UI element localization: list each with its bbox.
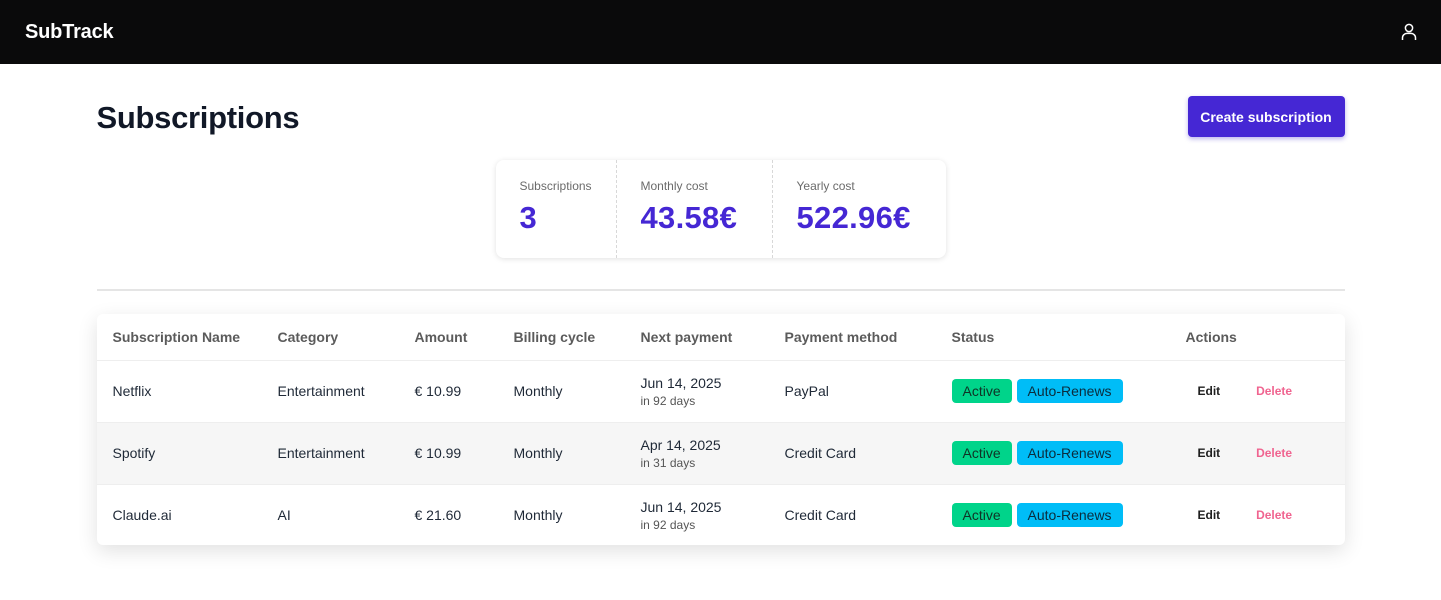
stat-label: Subscriptions: [519, 179, 592, 193]
cell-amount: € 10.99: [414, 422, 514, 485]
cell-payment-method: Credit Card: [784, 507, 857, 524]
subscriptions-table-card: Subscription Name Category Amount Billin…: [96, 314, 1345, 545]
header-status[interactable]: Status: [951, 314, 1186, 361]
page-title: Subscriptions: [96, 100, 300, 135]
header-category[interactable]: Category: [277, 314, 415, 361]
status-badge-auto-renews: Auto-Renews: [1016, 503, 1123, 528]
edit-button[interactable]: Edit: [1198, 440, 1221, 466]
brand-logo[interactable]: SubTrack: [25, 21, 114, 44]
stat-subscriptions: Subscriptions 3: [496, 160, 616, 258]
status-badge-active: Active: [951, 503, 1012, 528]
table-row: Spotify Entertainment € 10.99 Monthly Ap…: [96, 422, 1345, 485]
header-payment-method[interactable]: Payment method: [784, 314, 952, 361]
cell-actions: Edit Delete: [1185, 360, 1345, 423]
cell-category: Entertainment: [277, 360, 415, 423]
stat-value: 3: [519, 200, 538, 235]
header-next-payment[interactable]: Next payment: [640, 314, 785, 361]
main-content: Subscriptions Create subscription Subscr…: [96, 64, 1345, 545]
cell-actions: Edit Delete: [1185, 422, 1345, 485]
cell-status: Active Auto-Renews: [951, 422, 1186, 485]
cell-status: Active Auto-Renews: [951, 360, 1186, 423]
next-payment-date: Jun 14, 2025: [640, 498, 722, 515]
page-header: Subscriptions Create subscription: [97, 64, 1345, 170]
next-payment-relative: in 92 days: [640, 517, 696, 532]
cell-category: Entertainment: [277, 422, 415, 485]
status-badge-active: Active: [951, 379, 1012, 403]
table-header-row: Subscription Name Category Amount Billin…: [96, 314, 1345, 361]
cell-billing-cycle: Monthly: [513, 507, 563, 524]
next-payment-date: Jun 14, 2025: [640, 374, 722, 391]
edit-button[interactable]: Edit: [1198, 502, 1221, 528]
stat-label: Monthly cost: [640, 179, 708, 193]
top-navbar: SubTrack: [0, 0, 1441, 64]
delete-button[interactable]: Delete: [1256, 440, 1292, 466]
edit-button[interactable]: Edit: [1198, 378, 1221, 404]
cell-status: Active Auto-Renews: [951, 484, 1186, 545]
cell-next-payment: Apr 14, 2025 in 31 days: [640, 422, 785, 485]
subscriptions-table: Subscription Name Category Amount Billin…: [96, 314, 1345, 545]
cell-category: AI: [277, 507, 291, 524]
stat-value: 522.96€: [796, 200, 911, 235]
stats-summary: Subscriptions 3 Monthly cost 43.58€ Year…: [495, 160, 946, 258]
cell-name: Claude.ai: [112, 507, 172, 524]
section-divider: [96, 289, 1345, 291]
cell-amount: € 10.99: [414, 360, 514, 423]
cell-billing-cycle: Monthly: [513, 422, 641, 485]
cell-name: Netflix: [96, 360, 278, 423]
stat-monthly-cost: Monthly cost 43.58€: [615, 160, 772, 258]
cell-next-payment: Jun 14, 2025 in 92 days: [640, 360, 785, 423]
create-subscription-button[interactable]: Create subscription: [1187, 96, 1345, 137]
status-badge-auto-renews: Auto-Renews: [1016, 379, 1123, 403]
status-badge-active: Active: [951, 441, 1012, 465]
stat-label: Yearly cost: [796, 179, 855, 193]
next-payment-relative: in 31 days: [640, 455, 696, 470]
next-payment-relative: in 92 days: [640, 393, 696, 408]
cell-amount: € 21.60: [414, 507, 462, 524]
cell-name: Spotify: [96, 422, 278, 485]
user-icon[interactable]: [1397, 20, 1421, 44]
delete-button[interactable]: Delete: [1256, 378, 1292, 404]
stat-value: 43.58€: [640, 200, 738, 235]
table-row: Netflix Entertainment € 10.99 Monthly Ju…: [96, 360, 1345, 423]
header-actions: Actions: [1185, 314, 1345, 361]
status-badge-auto-renews: Auto-Renews: [1016, 441, 1123, 465]
cell-actions: Edit Delete: [1186, 484, 1345, 545]
stat-yearly-cost: Yearly cost 522.96€: [771, 160, 946, 258]
cell-billing-cycle: Monthly: [513, 360, 641, 423]
cell-next-payment: Jun 14, 2025 in 92 days: [641, 484, 785, 545]
header-subscription-name[interactable]: Subscription Name: [96, 314, 278, 361]
table-row: Claude.ai AI € 21.60 Monthly Jun 14, 202…: [97, 484, 1345, 545]
delete-button[interactable]: Delete: [1256, 502, 1292, 528]
next-payment-date: Apr 14, 2025: [640, 436, 721, 453]
header-billing-cycle[interactable]: Billing cycle: [513, 314, 641, 361]
cell-payment-method: Credit Card: [784, 422, 952, 485]
cell-payment-method: PayPal: [784, 360, 952, 423]
header-amount[interactable]: Amount: [414, 314, 514, 361]
